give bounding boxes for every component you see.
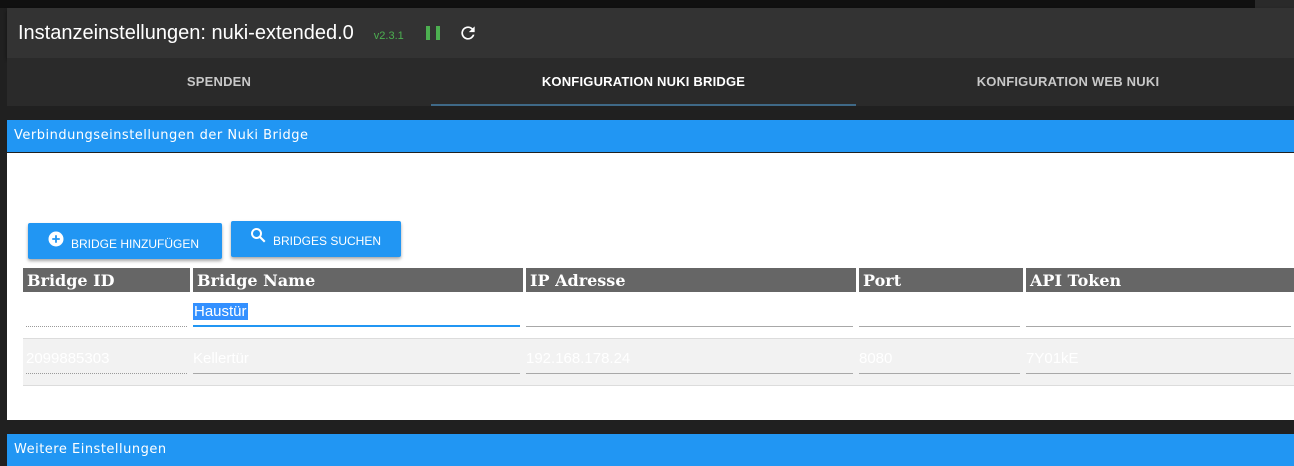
bridge-name-field[interactable]: Haustür [193,300,520,327]
tab-spenden[interactable]: SPENDEN [7,58,431,106]
bridge-id-field[interactable] [26,300,187,327]
port-field[interactable]: 8080 [859,347,1020,374]
table-row: 2099885303 Kellertür 192.168.178.24 8080… [23,339,1294,386]
ip-address-field[interactable]: 192.168.178.24 [526,347,853,374]
connection-panel: BRIDGE HINZUFÜGEN BRIDGES SUCHEN Bridge … [7,153,1294,420]
section-header-further-settings: Weitere Einstellungen [7,434,1294,466]
bridges-table: Bridge ID Bridge Name IP Adresse Port AP… [23,268,1294,386]
add-bridge-button[interactable]: BRIDGE HINZUFÜGEN [28,223,222,259]
reload-icon[interactable] [458,23,478,43]
search-bridges-button[interactable]: BRIDGES SUCHEN [231,221,401,257]
tab-konfiguration-nuki-bridge[interactable]: KONFIGURATION NUKI BRIDGE [431,58,856,106]
top-strip [0,0,1294,8]
version-badge: v2.3.1 [373,29,404,42]
active-tab-indicator [431,104,856,106]
column-header-bridge-id: Bridge ID [23,268,190,292]
table-header-row: Bridge ID Bridge Name IP Adresse Port AP… [23,268,1294,292]
page-title: Instanzeinstellungen: nuki-extended.0 [18,21,354,44]
instance-titlebar: Instanzeinstellungen: nuki-extended.0 v2… [7,8,1294,58]
bridge-name-value: Haustür [193,303,248,320]
column-header-ip: IP Adresse [523,268,856,292]
table-row: Haustür [23,292,1294,339]
top-strip-gap [1255,0,1294,8]
tab-bar: SPENDEN KONFIGURATION NUKI BRIDGE KONFIG… [7,58,1294,106]
column-header-bridge-name: Bridge Name [190,268,523,292]
api-token-field[interactable] [1026,300,1291,327]
search-bridges-label: BRIDGES SUCHEN [273,234,382,248]
add-bridge-label: BRIDGE HINZUFÜGEN [71,237,200,251]
section-header-connection: Verbindungseinstellungen der Nuki Bridge [7,120,1294,152]
api-token-field[interactable]: 7Y01kE [1026,347,1291,374]
bridge-name-field[interactable]: Kellertür [193,347,520,374]
search-icon [251,228,266,243]
add-circle-icon [48,231,64,246]
tab-konfiguration-web-nuki[interactable]: KONFIGURATION WEB NUKI [856,58,1280,106]
column-header-api-token: API Token [1023,268,1294,292]
port-field[interactable] [859,300,1020,327]
bridge-id-field[interactable]: 2099885303 [26,347,187,374]
pause-icon[interactable] [425,26,440,40]
ip-address-field[interactable] [526,300,853,327]
column-header-port: Port [856,268,1023,292]
